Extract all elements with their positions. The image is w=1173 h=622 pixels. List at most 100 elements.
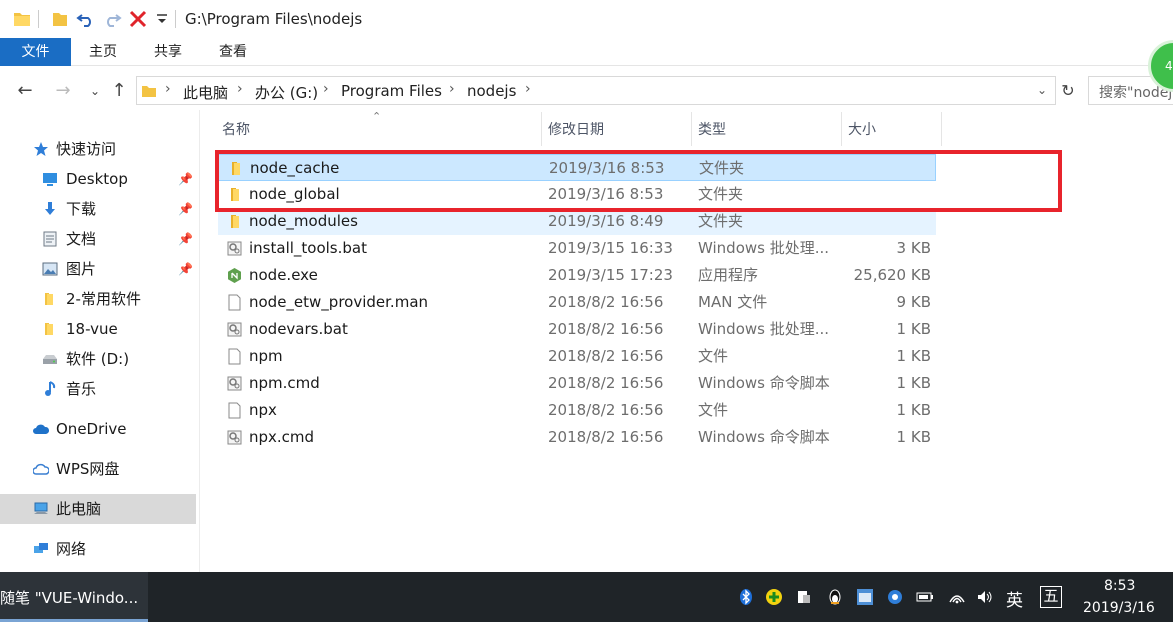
taskbar-app-label: 随笔 "VUE-Windo... xyxy=(0,589,139,607)
properties-icon[interactable] xyxy=(50,9,70,29)
file-icon xyxy=(226,348,243,365)
security-plus-icon[interactable] xyxy=(765,588,783,606)
undo-icon[interactable] xyxy=(76,9,96,29)
file-size xyxy=(841,208,931,235)
download-icon xyxy=(45,202,55,215)
desktop-icon xyxy=(43,173,57,186)
column-header-size[interactable]: 大小 xyxy=(842,112,942,146)
sidebar-item-18-vue[interactable]: 18-vue xyxy=(0,314,196,344)
file-date: 2019/3/15 17:23 xyxy=(548,266,673,284)
file-size: 25,620 KB xyxy=(853,266,931,284)
sidebar-item-network[interactable]: 网络 xyxy=(0,534,196,564)
column-header-date[interactable]: 修改日期 xyxy=(542,112,692,146)
tab-file[interactable]: 文件 xyxy=(0,38,71,66)
sidebar-item-label: 音乐 xyxy=(66,380,97,398)
sidebar-item-desktop[interactable]: Desktop 📌 xyxy=(0,164,196,194)
clock-time[interactable]: 8:53 xyxy=(1104,578,1135,594)
file-row[interactable]: npx 2018/8/2 16:56 文件 1 KB xyxy=(218,397,936,424)
file-size: 1 KB xyxy=(896,428,931,446)
file-type: Windows 命令脚本 xyxy=(698,374,830,392)
cloud-icon xyxy=(33,424,49,434)
sidebar-item-downloads[interactable]: 下载 📌 xyxy=(0,194,196,224)
column-header-type[interactable]: 类型 xyxy=(692,112,842,146)
address-dropdown-icon[interactable]: ⌄ xyxy=(1037,83,1047,97)
file-type: Windows 批处理... xyxy=(698,239,830,257)
delete-icon[interactable] xyxy=(128,9,148,29)
picture-icon xyxy=(42,262,58,276)
back-arrow-icon[interactable]: ← xyxy=(14,80,36,102)
settings-gear-icon[interactable] xyxy=(886,588,904,606)
wifi-icon[interactable] xyxy=(948,588,966,606)
battery-icon[interactable] xyxy=(916,588,934,606)
folder-icon xyxy=(45,293,53,305)
breadcrumb-nodejs[interactable]: nodejs xyxy=(467,82,516,100)
refresh-icon[interactable]: ↻ xyxy=(1057,80,1079,102)
highlight-annotation xyxy=(215,150,1062,212)
forward-arrow-icon[interactable]: → xyxy=(52,80,74,102)
file-row[interactable]: install_tools.bat 2019/3/15 16:33 Windows … xyxy=(218,235,936,262)
sidebar-item-music[interactable]: 音乐 xyxy=(0,374,196,404)
breadcrumb-chevron-icon[interactable]: › xyxy=(525,81,531,97)
file-date: 2018/8/2 16:56 xyxy=(548,320,664,338)
qq-penguin-icon[interactable] xyxy=(826,588,844,606)
file-row[interactable]: node.exe 2019/3/15 17:23 应用程序 25,620 KB xyxy=(218,262,936,289)
up-arrow-icon[interactable]: ↑ xyxy=(108,80,130,102)
file-size: 1 KB xyxy=(896,401,931,419)
file-row[interactable]: node_etw_provider.man 2018/8/2 16:56 MAN 文… xyxy=(218,289,936,316)
breadcrumb-program-files[interactable]: Program Files xyxy=(341,82,442,100)
pin-icon[interactable]: 📌 xyxy=(178,164,193,194)
file-row[interactable]: npx.cmd 2018/8/2 16:56 Windows 命令脚本 1 KB xyxy=(218,424,936,451)
sidebar-item-quick-access[interactable]: 快速访问 xyxy=(0,134,196,164)
file-row[interactable]: nodevars.bat 2018/8/2 16:56 Windows 批处理...… xyxy=(218,316,936,343)
sidebar-item-documents[interactable]: 文档 📌 xyxy=(0,224,196,254)
tab-home[interactable]: 主页 xyxy=(74,38,132,66)
breadcrumb-chevron-icon[interactable]: › xyxy=(449,81,455,97)
file-name: npx xyxy=(249,401,277,419)
title-bar: G:\Program Files\nodejs xyxy=(0,0,1173,38)
file-size: 1 KB xyxy=(896,320,931,338)
window-title: G:\Program Files\nodejs xyxy=(185,10,363,28)
sidebar-item-onedrive[interactable]: OneDrive xyxy=(0,414,196,444)
pin-icon[interactable]: 📌 xyxy=(178,254,193,284)
volume-icon[interactable] xyxy=(976,588,994,606)
divider xyxy=(38,10,39,28)
file-size: 3 KB xyxy=(896,239,931,257)
tab-share[interactable]: 共享 xyxy=(139,38,197,66)
file-type: 文件夹 xyxy=(698,212,744,230)
taskbar-app-button[interactable]: 随笔 "VUE-Windo... xyxy=(0,572,148,622)
customize-dropdown-icon[interactable] xyxy=(152,9,172,29)
breadcrumb-chevron-icon[interactable]: › xyxy=(165,81,171,97)
redo-icon[interactable] xyxy=(102,9,122,29)
breadcrumb-this-pc[interactable]: 此电脑 xyxy=(183,82,228,103)
sidebar-item-label: 网络 xyxy=(56,540,87,558)
ime-mode-indicator[interactable]: 五 xyxy=(1040,586,1062,608)
file-row[interactable]: npm 2018/8/2 16:56 文件 1 KB xyxy=(218,343,936,370)
ime-language-indicator[interactable]: 英 xyxy=(1006,586,1023,611)
sidebar-item-wps-drive[interactable]: WPS网盘 xyxy=(0,454,196,484)
file-row[interactable]: node_modules 2019/3/16 8:49 文件夹 xyxy=(218,208,936,235)
clock-date[interactable]: 2019/3/16 xyxy=(1083,600,1155,616)
column-header-name[interactable]: 名称 xyxy=(216,112,542,146)
sidebar-item-2-software[interactable]: 2-常用软件 xyxy=(0,284,196,314)
sidebar-item-drive-d[interactable]: 软件 (D:) xyxy=(0,344,196,374)
address-bar[interactable]: › 此电脑 › 办公 (G:) › Program Files › nodejs… xyxy=(136,76,1056,105)
cloud-outline-icon xyxy=(33,463,49,475)
tab-view[interactable]: 查看 xyxy=(204,38,262,66)
file-row[interactable]: npm.cmd 2018/8/2 16:56 Windows 命令脚本 1 KB xyxy=(218,370,936,397)
file-name: npx.cmd xyxy=(249,428,315,446)
devices-icon[interactable] xyxy=(795,588,813,606)
app-window-icon[interactable] xyxy=(856,588,874,606)
sidebar-item-pictures[interactable]: 图片 📌 xyxy=(0,254,196,284)
pin-icon[interactable]: 📌 xyxy=(178,224,193,254)
file-icon xyxy=(226,402,243,419)
sidebar-item-this-pc[interactable]: 此电脑 xyxy=(0,494,196,524)
breadcrumb-drive-g[interactable]: 办公 (G:) xyxy=(255,82,318,103)
recent-locations-chevron-icon[interactable]: ⌄ xyxy=(84,80,106,102)
breadcrumb-chevron-icon[interactable]: › xyxy=(323,81,329,97)
pin-icon[interactable]: 📌 xyxy=(178,194,193,224)
breadcrumb-chevron-icon[interactable]: › xyxy=(237,81,243,97)
file-date: 2018/8/2 16:56 xyxy=(548,401,664,419)
file-type: MAN 文件 xyxy=(698,293,768,311)
bluetooth-icon[interactable] xyxy=(737,588,755,606)
sidebar-item-label: Desktop xyxy=(66,170,128,188)
